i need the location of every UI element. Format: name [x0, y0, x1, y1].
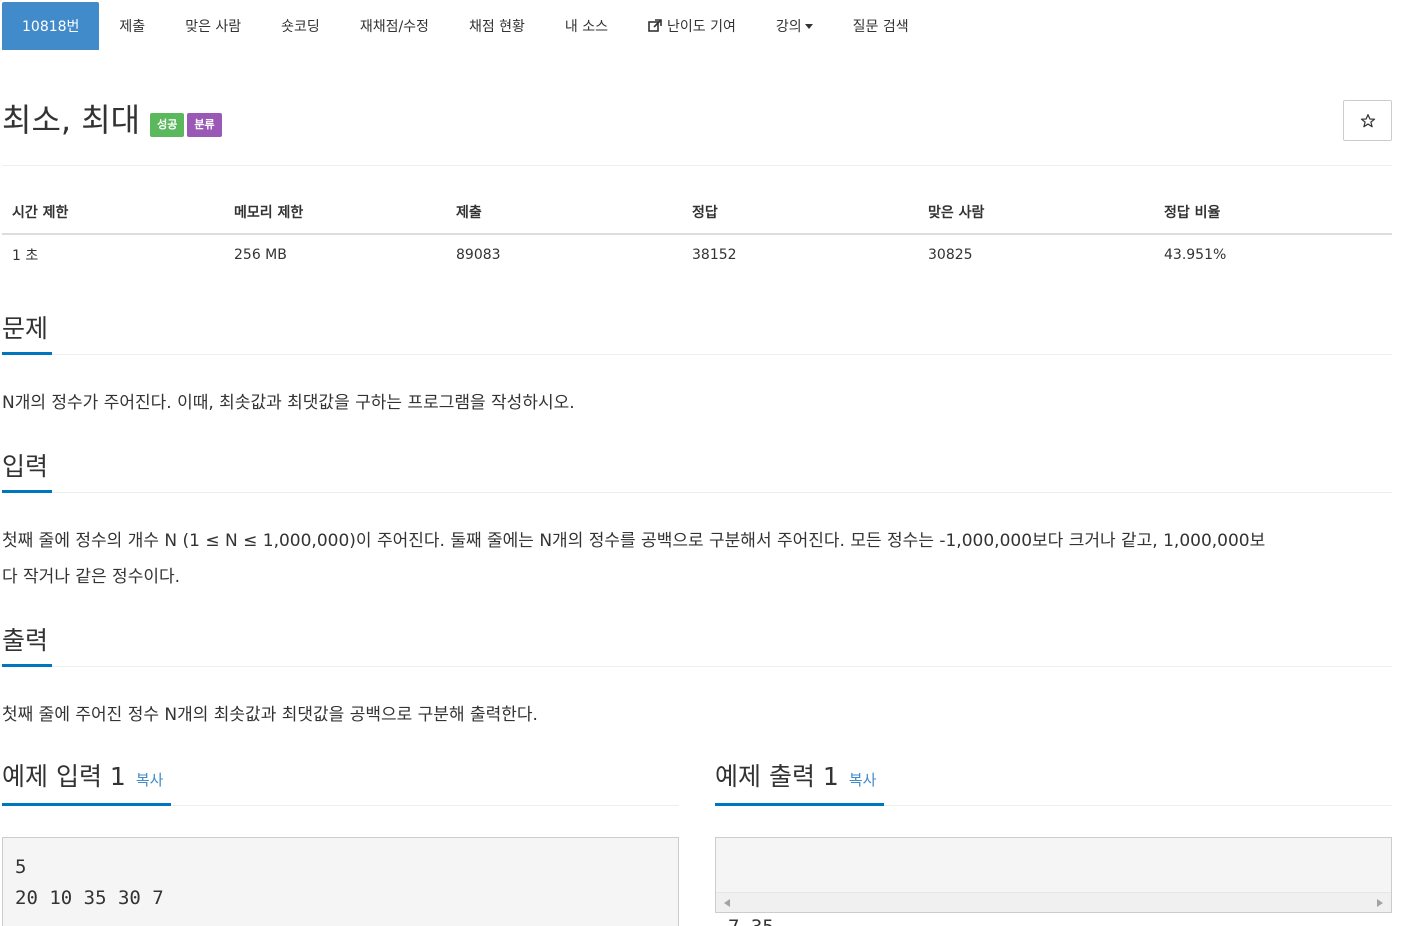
title-divider	[2, 165, 1392, 166]
section-header: 입력	[2, 449, 1392, 493]
tab-difficulty-contribution[interactable]: 난이도 기여	[628, 2, 756, 50]
tab-short-coding[interactable]: 숏코딩	[261, 2, 340, 50]
tab-label: 맞은 사람	[185, 19, 242, 35]
section-title-input: 입력	[2, 452, 49, 481]
section-underline	[2, 490, 52, 493]
value-memory-limit: 256 MB	[234, 247, 287, 263]
header-time-limit: 시간 제한	[2, 190, 224, 235]
sample-input-line: 5	[15, 856, 27, 878]
section-underline	[2, 803, 171, 806]
table-header-row: 시간 제한 메모리 제한 제출 정답 맞은 사람 정답 비율	[2, 190, 1392, 235]
header-accept-ratio: 정답 비율	[1154, 190, 1392, 235]
star-outline-icon	[1360, 113, 1375, 127]
sample-output-box[interactable]: 7 35	[715, 837, 1392, 926]
scroll-left-arrow-icon[interactable]	[724, 899, 730, 907]
table-row: 1 초 256 MB 89083 38152 30825 43.951%	[2, 234, 1392, 275]
sample-output-title: 예제 출력 1	[715, 762, 839, 791]
tab-question-search[interactable]: 질문 검색	[833, 2, 929, 50]
sample-input-line: 20 10 35 30 7	[15, 887, 164, 909]
tab-label: 제출	[119, 19, 146, 35]
value-accept-ratio: 43.951%	[1164, 247, 1227, 263]
header-accepted: 정답	[682, 190, 918, 235]
section-header: 예제 출력 1 복사	[715, 762, 1392, 806]
section-title-description: 문제	[2, 314, 49, 343]
tab-label: 강의	[775, 19, 802, 35]
tab-status[interactable]: 채점 현황	[449, 2, 545, 50]
section-output: 출력 첫째 줄에 주어진 정수 N개의 최솟값과 최댓값을 공백으로 구분해 출…	[2, 623, 1392, 733]
tab-label: 10818번	[22, 19, 80, 35]
copy-sample-input-link[interactable]: 복사	[136, 771, 164, 789]
input-text-line: 첫째 줄에 정수의 개수 N (1 ≤ N ≤ 1,000,000)이 주어진다…	[2, 531, 1266, 551]
section-title-output: 출력	[2, 626, 49, 655]
section-header: 문제	[2, 311, 1392, 355]
external-link-icon	[648, 19, 662, 32]
section-header: 출력	[2, 623, 1392, 667]
output-text: 첫째 줄에 주어진 정수 N개의 최솟값과 최댓값을 공백으로 구분해 출력한다…	[2, 705, 538, 725]
section-underline	[715, 803, 884, 806]
sample-input-section: 예제 입력 1 복사	[2, 762, 679, 806]
sample-output-title-wrap: 예제 출력 1 복사	[715, 762, 876, 795]
input-text-line: 다 작거나 같은 정수이다.	[2, 567, 181, 587]
value-time-limit: 1 초	[12, 248, 39, 264]
problem-nav-tabs: 10818번 제출 맞은 사람 숏코딩 재채점/수정 채점 현황 내 소스 난이…	[2, 2, 929, 50]
section-description: 문제 N개의 정수가 주어진다. 이때, 최솟값과 최댓값을 구하는 프로그램을…	[2, 311, 1392, 421]
tab-label: 질문 검색	[852, 19, 909, 35]
header-memory-limit: 메모리 제한	[224, 190, 446, 235]
status-badge-success: 성공	[150, 113, 185, 137]
section-underline	[2, 664, 52, 667]
tab-label: 숏코딩	[281, 19, 320, 35]
section-header: 예제 입력 1 복사	[2, 762, 679, 806]
favorite-star-button[interactable]	[1343, 100, 1392, 141]
header-submissions: 제출	[446, 190, 682, 235]
tab-label: 난이도 기여	[667, 19, 736, 35]
sample-input-title-wrap: 예제 입력 1 복사	[2, 762, 163, 795]
caret-down-icon	[804, 23, 813, 29]
page-title: 최소, 최대	[2, 101, 141, 139]
tab-problem-number[interactable]: 10818번	[2, 2, 100, 50]
value-submissions: 89083	[456, 247, 501, 263]
tab-rejudge[interactable]: 재채점/수정	[340, 2, 449, 50]
horizontal-scrollbar[interactable]	[716, 892, 1391, 912]
section-input: 입력 첫째 줄에 정수의 개수 N (1 ≤ N ≤ 1,000,000)이 주…	[2, 449, 1392, 595]
sample-output-line: 7 35	[728, 912, 1379, 926]
tab-accepted-users[interactable]: 맞은 사람	[165, 2, 261, 50]
value-accepted: 38152	[692, 247, 737, 263]
scroll-right-arrow-icon[interactable]	[1377, 899, 1383, 907]
section-underline	[2, 352, 52, 355]
tab-label: 재채점/수정	[359, 19, 429, 35]
header-accepted-users: 맞은 사람	[918, 190, 1154, 235]
problem-info-table: 시간 제한 메모리 제한 제출 정답 맞은 사람 정답 비율 1 초 256 M…	[2, 190, 1392, 275]
description-text: N개의 정수가 주어진다. 이때, 최솟값과 최댓값을 구하는 프로그램을 작성…	[2, 393, 575, 413]
sample-output-section: 예제 출력 1 복사	[715, 762, 1392, 806]
category-badge[interactable]: 분류	[187, 113, 222, 137]
copy-sample-output-link[interactable]: 복사	[849, 771, 877, 789]
input-text: 첫째 줄에 정수의 개수 N (1 ≤ N ≤ 1,000,000)이 주어진다…	[2, 523, 1392, 595]
tab-my-source[interactable]: 내 소스	[545, 2, 628, 50]
value-accepted-users: 30825	[928, 247, 973, 263]
tab-label: 내 소스	[564, 19, 609, 35]
sample-input-title: 예제 입력 1	[2, 762, 126, 791]
tab-label: 채점 현황	[468, 19, 525, 35]
tab-submit[interactable]: 제출	[99, 2, 165, 50]
sample-input-box[interactable]: 5 20 10 35 30 7	[2, 837, 679, 926]
tab-lectures-dropdown[interactable]: 강의	[756, 2, 833, 50]
problem-title-row: 최소, 최대 성공 분류	[2, 100, 222, 140]
